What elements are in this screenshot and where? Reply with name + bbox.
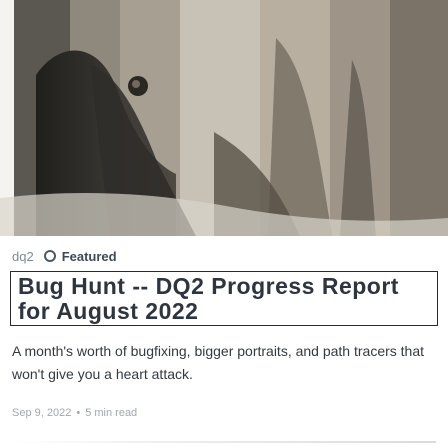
post-tag[interactable]: dq2 <box>12 249 34 264</box>
post-feature-image[interactable] <box>0 0 448 236</box>
featured-label-text: Featured <box>61 248 117 264</box>
post-card[interactable]: dq2 Featured Bug Hunt -- DQ2 Progress Re… <box>0 0 448 448</box>
featured-label: Featured <box>43 248 117 264</box>
post-footer-meta: Sep 9, 2022 • 5 min read <box>12 407 137 419</box>
bottom-divider-area <box>0 436 448 448</box>
post-date: Sep 9, 2022 <box>12 407 72 419</box>
post-title[interactable]: Bug Hunt -- DQ2 Progress Report for Augu… <box>18 274 430 324</box>
featured-icon <box>43 250 56 262</box>
post-title-box[interactable]: Bug Hunt -- DQ2 Progress Report for Augu… <box>10 271 438 326</box>
post-meta-row: dq2 Featured <box>12 245 117 267</box>
meta-separator: • <box>76 407 81 419</box>
post-read-time: 5 min read <box>85 407 138 419</box>
bottom-divider <box>12 441 436 443</box>
post-excerpt: A month's worth of bugfixing, bigger por… <box>12 343 425 382</box>
